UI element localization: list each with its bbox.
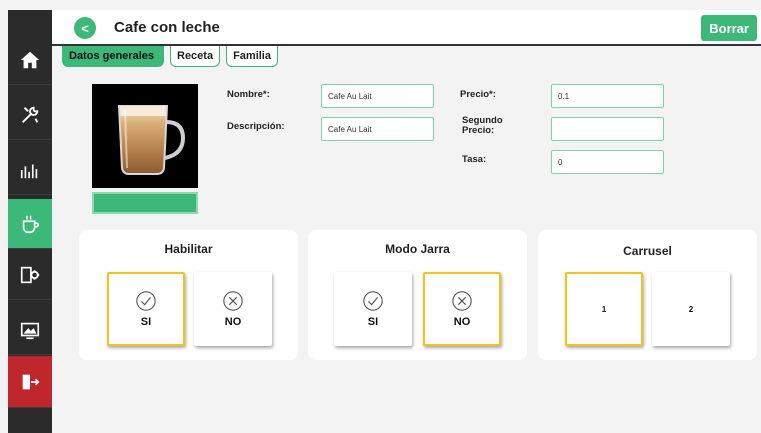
modo-jarra-no-label: NO [453, 316, 471, 328]
modo-jarra-no-option[interactable]: NO [423, 272, 501, 346]
segundo-precio-field[interactable] [551, 117, 664, 141]
precio-label: Precio*: [460, 89, 496, 100]
tab-datos-generales[interactable]: Datos generales [62, 46, 164, 67]
sidebar-item-tools[interactable] [8, 90, 52, 140]
sidebar-item-products[interactable] [8, 199, 52, 249]
tools-icon [22, 106, 39, 123]
image-upload-bar[interactable] [92, 192, 198, 214]
header: < Cafe con leche Borrar [52, 10, 761, 46]
tasa-label: Tasa: [462, 154, 487, 165]
modo-jarra-si-label: SI [367, 316, 379, 328]
x-circle-icon [452, 291, 472, 311]
home-icon [20, 51, 40, 68]
descripcion-field[interactable] [321, 117, 434, 141]
nombre-field[interactable] [321, 84, 434, 108]
habilitar-no-option[interactable]: NO [194, 272, 272, 346]
precio-field[interactable] [551, 84, 664, 108]
modo-jarra-title: Modo Jarra [385, 242, 450, 256]
habilitar-si-label: SI [140, 316, 152, 328]
carrusel-option-2[interactable]: 2 [652, 272, 730, 346]
sidebar-item-machine[interactable] [8, 250, 52, 300]
app-root: < Cafe con leche Borrar Datos generales … [0, 0, 761, 433]
habilitar-no-label: NO [224, 316, 242, 328]
tab-receta[interactable]: Receta [170, 46, 221, 67]
tab-familia[interactable]: Familia [226, 46, 278, 67]
habilitar-card: Habilitar SI NO [79, 230, 298, 360]
cup-icon [22, 214, 40, 233]
page-title: Cafe con leche [114, 19, 220, 36]
carrusel-title: Carrusel [623, 244, 672, 258]
sidebar-item-stats[interactable] [8, 145, 52, 195]
segundo-precio-label-line2: Precio: [462, 125, 495, 136]
modo-jarra-card: Modo Jarra SI NO [308, 230, 527, 360]
sidebar-item-display[interactable] [8, 305, 52, 355]
descripcion-label: Descripción: [227, 121, 285, 132]
tasa-field[interactable] [551, 150, 664, 174]
back-button[interactable]: < [74, 17, 96, 39]
carrusel-option-1-label: 1 [601, 304, 607, 314]
carrusel-card: Carrusel 1 2 [538, 230, 757, 360]
stats-icon [20, 164, 38, 178]
sidebar-item-exit[interactable] [8, 356, 52, 408]
carrusel-option-2-label: 2 [688, 304, 694, 314]
tab-bar: Datos generales Receta Familia [62, 46, 278, 68]
delete-button[interactable]: Borrar [701, 15, 757, 41]
coffee-latte-glass-icon [117, 105, 186, 175]
habilitar-si-option[interactable]: SI [107, 272, 185, 346]
carrusel-option-1[interactable]: 1 [565, 272, 643, 346]
habilitar-title: Habilitar [164, 242, 213, 256]
sidebar [8, 10, 52, 433]
nombre-label: Nombre*: [227, 89, 270, 100]
x-circle-icon [223, 291, 243, 311]
product-image[interactable] [92, 84, 198, 188]
check-circle-icon [363, 291, 383, 311]
check-circle-icon [136, 291, 156, 311]
exit-icon [22, 374, 40, 389]
machine-icon [20, 266, 40, 283]
display-icon [20, 322, 40, 339]
sidebar-item-home[interactable] [8, 35, 52, 85]
modo-jarra-si-option[interactable]: SI [334, 272, 412, 346]
